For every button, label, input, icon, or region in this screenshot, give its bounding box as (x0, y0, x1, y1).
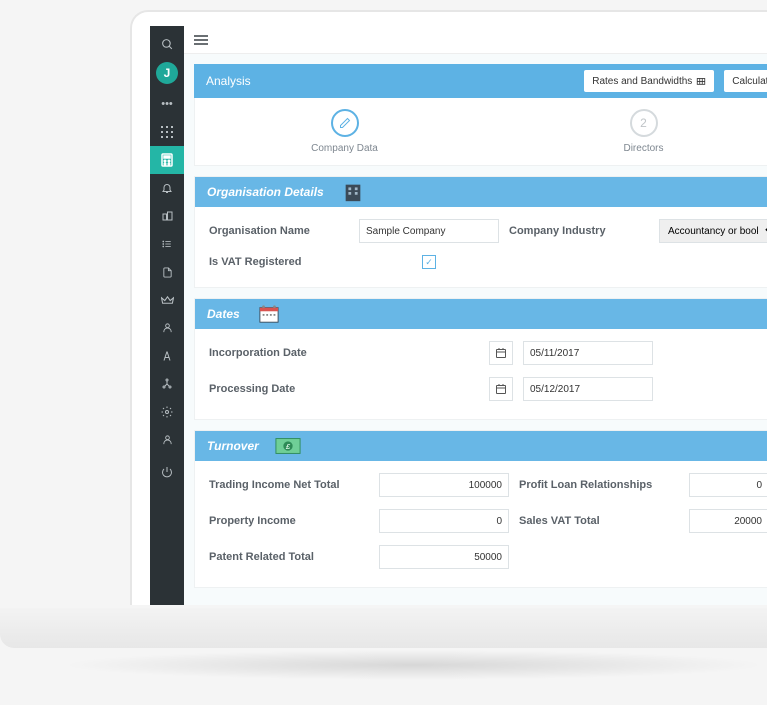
profit-loan-label: Profit Loan Relationships (519, 479, 679, 491)
search-icon[interactable] (150, 30, 184, 58)
person-icon[interactable] (150, 426, 184, 454)
dates-panel-title: Dates (207, 307, 240, 321)
incorporation-date-input[interactable] (523, 341, 653, 365)
rates-label: Rates and Bandwidths (592, 76, 692, 87)
buildings-icon[interactable] (150, 202, 184, 230)
sales-vat-input[interactable] (689, 509, 767, 533)
main-area: Analysis Rates and Bandwidths Calculate (184, 26, 767, 605)
trading-income-label: Trading Income Net Total (209, 479, 369, 491)
org-panel-title: Organisation Details (207, 185, 324, 199)
wizard-steps: Company Data 2 Directors (194, 98, 767, 166)
step-two-number: 2 (630, 109, 658, 137)
calculator-icon[interactable] (150, 146, 184, 174)
calendar-picker-icon[interactable] (489, 341, 513, 365)
grid-icon[interactable] (150, 118, 184, 146)
building-icon (340, 179, 366, 205)
list-icon[interactable] (150, 230, 184, 258)
gear-icon[interactable] (150, 398, 184, 426)
processing-date-label: Processing Date (209, 383, 349, 395)
calendar-icon (256, 301, 282, 327)
user-icon[interactable] (150, 314, 184, 342)
calculate-button[interactable]: Calculate (724, 70, 767, 92)
trading-income-input[interactable] (379, 473, 509, 497)
patent-related-input[interactable] (379, 545, 509, 569)
incorporation-date-label: Incorporation Date (209, 347, 349, 359)
pencil-icon (331, 109, 359, 137)
vat-registered-checkbox[interactable]: ✓ (422, 255, 436, 269)
calculate-label: Calculate (732, 76, 767, 87)
tree-icon[interactable] (150, 370, 184, 398)
step-one-label: Company Data (311, 143, 378, 154)
company-industry-select[interactable]: Accountancy or book (659, 219, 767, 243)
calendar-picker-icon[interactable] (489, 377, 513, 401)
vat-registered-label: Is VAT Registered (209, 256, 349, 268)
property-income-label: Property Income (209, 515, 369, 527)
page-title: Analysis (206, 74, 251, 88)
power-icon[interactable] (150, 458, 184, 486)
dates-panel: Dates Incorporation Date (194, 298, 767, 420)
laptop-frame: J ••• (130, 10, 767, 605)
organisation-details-panel: Organisation Details Organisation Name C… (194, 176, 767, 288)
org-name-input[interactable] (359, 219, 499, 243)
property-income-input[interactable] (379, 509, 509, 533)
step-two-label: Directors (623, 143, 663, 154)
turnover-panel-title: Turnover (207, 439, 259, 453)
ellipsis-icon[interactable]: ••• (150, 90, 184, 118)
step-directors[interactable]: 2 Directors (494, 109, 767, 154)
document-icon[interactable] (150, 258, 184, 286)
turnover-panel: Turnover £ Trading Income Net Total Prof… (194, 430, 767, 588)
profit-loan-input[interactable] (689, 473, 767, 497)
money-icon: £ (275, 433, 301, 459)
page-header: Analysis Rates and Bandwidths Calculate (194, 64, 767, 98)
sales-vat-label: Sales VAT Total (519, 515, 679, 527)
company-industry-label: Company Industry (509, 225, 649, 237)
rates-bandwidths-button[interactable]: Rates and Bandwidths (584, 70, 714, 92)
processing-date-input[interactable] (523, 377, 653, 401)
svg-text:£: £ (285, 442, 291, 451)
menu-toggle-icon[interactable] (194, 35, 208, 45)
bell-icon[interactable] (150, 174, 184, 202)
sidebar: J ••• (150, 26, 184, 605)
app-screen: J ••• (150, 26, 767, 605)
patent-related-label: Patent Related Total (209, 551, 369, 563)
app-logo: J (156, 62, 178, 84)
compass-icon[interactable] (150, 342, 184, 370)
org-name-label: Organisation Name (209, 225, 349, 237)
step-company-data[interactable]: Company Data (195, 109, 494, 154)
content: Analysis Rates and Bandwidths Calculate (184, 54, 767, 588)
topbar (184, 26, 767, 54)
crown-icon[interactable] (150, 286, 184, 314)
